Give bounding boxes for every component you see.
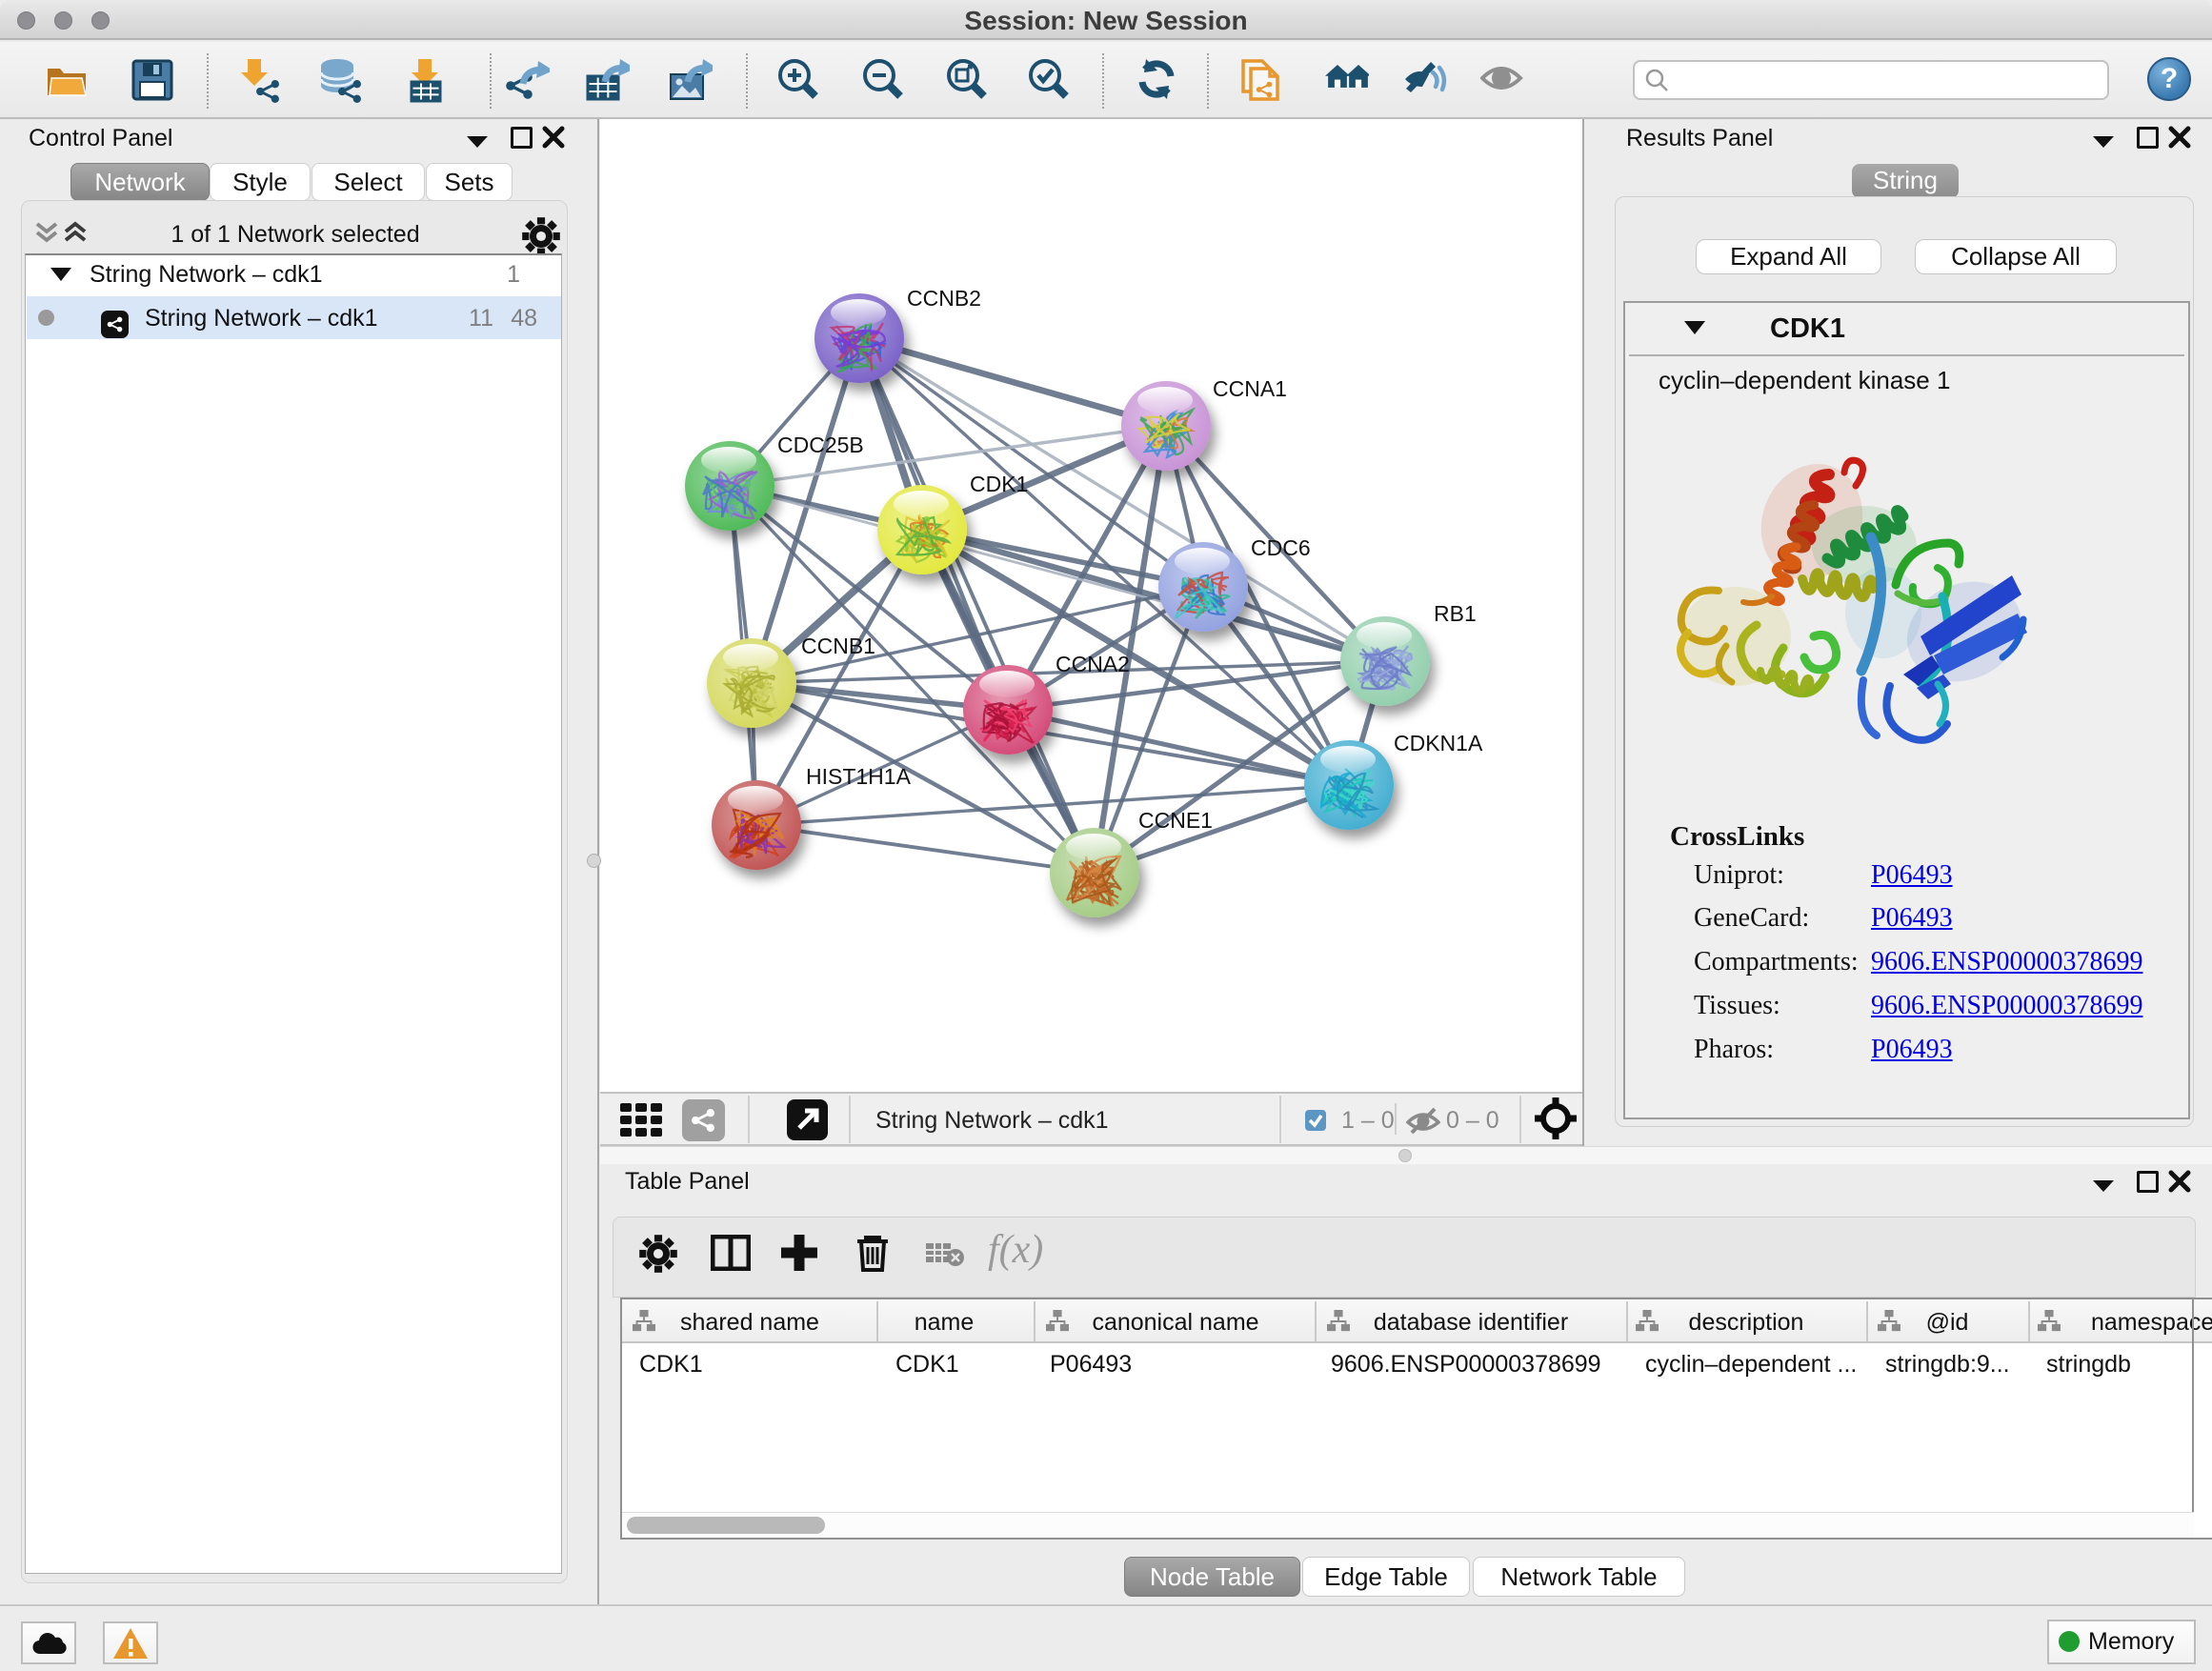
- svg-text:CDKN1A: CDKN1A: [1394, 731, 1483, 755]
- svg-text:CDC25B: CDC25B: [777, 433, 864, 457]
- svg-text:CCNB2: CCNB2: [907, 286, 981, 311]
- svg-text:CCNA1: CCNA1: [1213, 376, 1287, 401]
- svg-text:CCNA2: CCNA2: [1056, 652, 1130, 676]
- svg-text:CCNB1: CCNB1: [801, 634, 875, 658]
- svg-text:HIST1H1A: HIST1H1A: [806, 764, 912, 789]
- svg-text:CCNE1: CCNE1: [1138, 808, 1213, 833]
- svg-text:RB1: RB1: [1434, 601, 1477, 626]
- svg-text:CDK1: CDK1: [970, 472, 1028, 496]
- svg-text:CDC6: CDC6: [1251, 535, 1311, 560]
